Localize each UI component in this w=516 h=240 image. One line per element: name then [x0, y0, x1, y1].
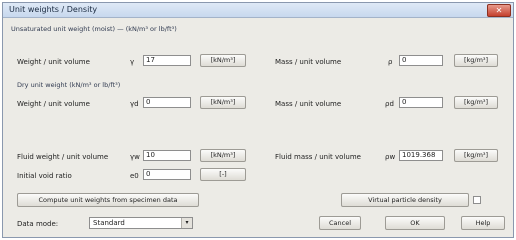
hint-top: Unsaturated unit weight (moist) — (kN/m³… [11, 25, 177, 33]
data-mode-select[interactable]: Standard ▾ [89, 217, 193, 229]
compute-unit-weights-button[interactable]: Compute unit weights from specimen data [17, 193, 199, 207]
virtual-particle-density-button[interactable]: Virtual particle density [341, 193, 469, 207]
data-mode-value: Standard [93, 219, 125, 227]
mass-unit-volume-input[interactable]: 0 [399, 55, 443, 66]
weight-unit-volume-input[interactable]: 17 [143, 55, 191, 66]
ok-button[interactable]: OK [385, 216, 445, 230]
rho-d-symbol: ρd [385, 100, 394, 108]
initial-void-input[interactable]: 0 [143, 169, 191, 180]
gamma-d-symbol: γd [130, 100, 139, 108]
gamma-w-symbol: γw [130, 153, 140, 161]
help-button[interactable]: Help [461, 216, 505, 230]
void-ratio-units-button[interactable]: [-] [200, 168, 246, 181]
dry-mass-label: Mass / unit volume [275, 100, 342, 108]
weight-units-button[interactable]: [kN/m³] [200, 54, 246, 67]
rho-symbol: ρ [388, 58, 393, 66]
title-bar: Unit weights / Density ✕ [3, 3, 513, 18]
initial-void-label: Initial void ratio [17, 172, 72, 180]
fluid-mass-label: Fluid mass / unit volume [275, 153, 361, 161]
window-title: Unit weights / Density [9, 5, 98, 14]
weight-unit-volume-label: Weight / unit volume [17, 58, 90, 66]
dry-mass-input[interactable]: 0 [399, 97, 443, 108]
dry-mass-units-button[interactable]: [kg/m³] [454, 96, 498, 109]
mass-units-button[interactable]: [kg/m³] [454, 54, 498, 67]
fluid-mass-input[interactable]: 1019.368 [399, 150, 443, 161]
fluid-weight-label: Fluid weight / unit volume [17, 153, 109, 161]
fluid-weight-input[interactable]: 10 [143, 150, 191, 161]
unit-weights-dialog: Unit weights / Density ✕ Unsaturated uni… [2, 2, 514, 238]
hint-mid: Dry unit weight (kN/m³ or lb/ft³) [17, 81, 121, 89]
dry-weight-units-button[interactable]: [kN/m³] [200, 96, 246, 109]
mass-unit-volume-label: Mass / unit volume [275, 58, 342, 66]
chevron-down-icon: ▾ [181, 218, 192, 228]
e0-symbol: e0 [130, 172, 139, 180]
rho-w-symbol: ρw [385, 153, 396, 161]
gamma-symbol: γ [130, 58, 135, 66]
fluid-mass-units-button[interactable]: [kg/m³] [454, 149, 498, 162]
dry-weight-label: Weight / unit volume [17, 100, 90, 108]
virtual-density-checkbox[interactable] [473, 196, 481, 204]
dry-weight-input[interactable]: 0 [143, 97, 191, 108]
close-button[interactable]: ✕ [487, 4, 511, 17]
data-mode-label: Data mode: [17, 220, 59, 228]
cancel-button[interactable]: Cancel [319, 216, 361, 230]
fluid-weight-units-button[interactable]: [kN/m³] [200, 149, 246, 162]
